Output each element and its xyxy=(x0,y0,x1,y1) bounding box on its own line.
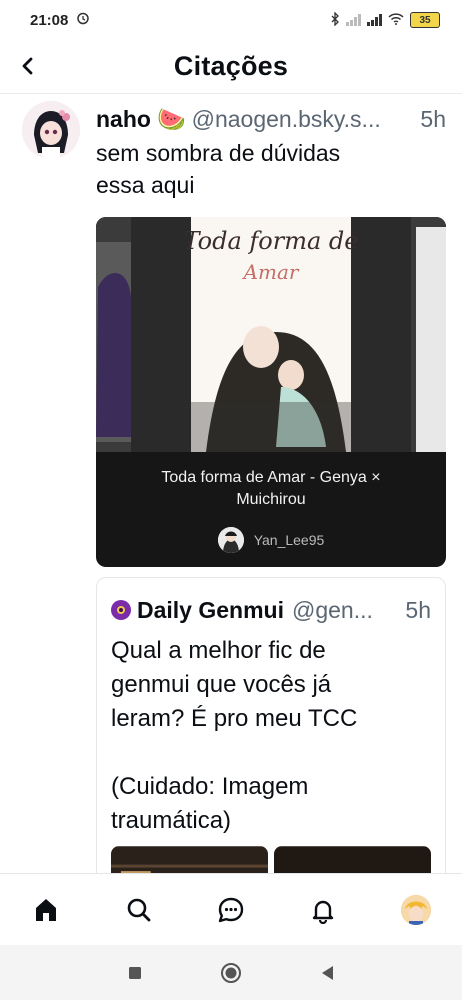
nav-search[interactable] xyxy=(115,886,163,934)
embed-title[interactable]: Toda forma de Amar - Genya × Muichirou xyxy=(96,467,446,511)
back-button[interactable] xyxy=(12,50,44,82)
feed[interactable]: naho 🍉 @naogen.bsky.s... 5h sem sombra d… xyxy=(0,95,462,873)
embed-author: Yan_Lee95 xyxy=(96,527,446,553)
post-text: sem sombra de dúvidas essa aqui xyxy=(96,137,446,201)
post-header: naho 🍉 @naogen.bsky.s... 5h xyxy=(96,105,446,133)
quoted-post[interactable]: Daily Genmui @gen... 5h Qual a melhor fi… xyxy=(96,577,446,873)
bottom-navigation xyxy=(0,873,462,945)
external-embed-card[interactable]: Toda forma de Amar Toda forma de Amar - … xyxy=(96,217,446,567)
profile-avatar xyxy=(400,894,431,925)
quoted-author-handle[interactable]: @gen... xyxy=(292,596,373,624)
system-navigation xyxy=(0,945,462,1000)
alarm-icon xyxy=(76,11,90,29)
signal-icon-sim1 xyxy=(367,14,382,26)
embed-author-name: Yan_Lee95 xyxy=(253,532,325,548)
page-header: Citações xyxy=(0,40,462,94)
quoted-post-text: Qual a melhor fic de genmui que vocês já… xyxy=(111,637,358,834)
nav-profile[interactable] xyxy=(392,886,440,934)
signal-icon-sim2 xyxy=(346,14,361,26)
wifi-icon xyxy=(388,12,404,28)
back-triangle-icon xyxy=(322,965,333,980)
home-icon xyxy=(36,898,57,921)
recents-icon xyxy=(129,966,141,979)
embed-author-avatar xyxy=(217,527,244,553)
post-author-name[interactable]: naho xyxy=(96,105,151,133)
quoted-post-images xyxy=(111,846,431,873)
post-author-handle[interactable]: @naogen.bsky.s... xyxy=(192,105,381,133)
post-author-avatar[interactable] xyxy=(22,101,80,159)
chat-icon xyxy=(218,897,244,922)
recents-button[interactable] xyxy=(122,960,148,986)
nav-home[interactable] xyxy=(22,886,70,934)
post[interactable]: naho 🍉 @naogen.bsky.s... 5h sem sombra d… xyxy=(0,95,462,873)
nav-chat[interactable] xyxy=(207,886,255,934)
embed-cover-subtitle: Amar xyxy=(242,260,300,284)
quoted-post-header: Daily Genmui @gen... 5h xyxy=(111,596,431,624)
page-title: Citações xyxy=(173,51,289,81)
status-bar: 21:08 35 xyxy=(0,0,462,40)
embed-cover-image: Toda forma de Amar xyxy=(96,217,446,452)
bluetooth-icon xyxy=(330,10,340,29)
post-text-line: sem sombra de dúvidas xyxy=(96,140,341,166)
quoted-image-1[interactable] xyxy=(111,846,268,873)
system-home-button[interactable] xyxy=(218,960,244,986)
quoted-author-name[interactable]: Daily Genmui xyxy=(137,596,284,624)
search-icon xyxy=(127,898,150,921)
quoted-author-avatar[interactable] xyxy=(111,600,131,620)
bell-icon xyxy=(313,900,334,924)
quoted-post-time[interactable]: 5h xyxy=(405,596,431,624)
quoted-image-2[interactable] xyxy=(274,846,431,873)
post-text-line: essa aqui xyxy=(96,172,195,198)
watermelon-emoji: 🍉 xyxy=(156,106,186,132)
post-time[interactable]: 5h xyxy=(412,105,446,133)
battery-icon: 35 xyxy=(410,12,440,28)
chevron-left-icon xyxy=(22,57,33,75)
nav-notifications[interactable] xyxy=(299,886,347,934)
embed-cover-title: Toda forma de xyxy=(184,227,359,255)
system-back-button[interactable] xyxy=(314,960,340,986)
status-time: 21:08 xyxy=(30,11,69,29)
home-circle-icon xyxy=(221,962,241,983)
